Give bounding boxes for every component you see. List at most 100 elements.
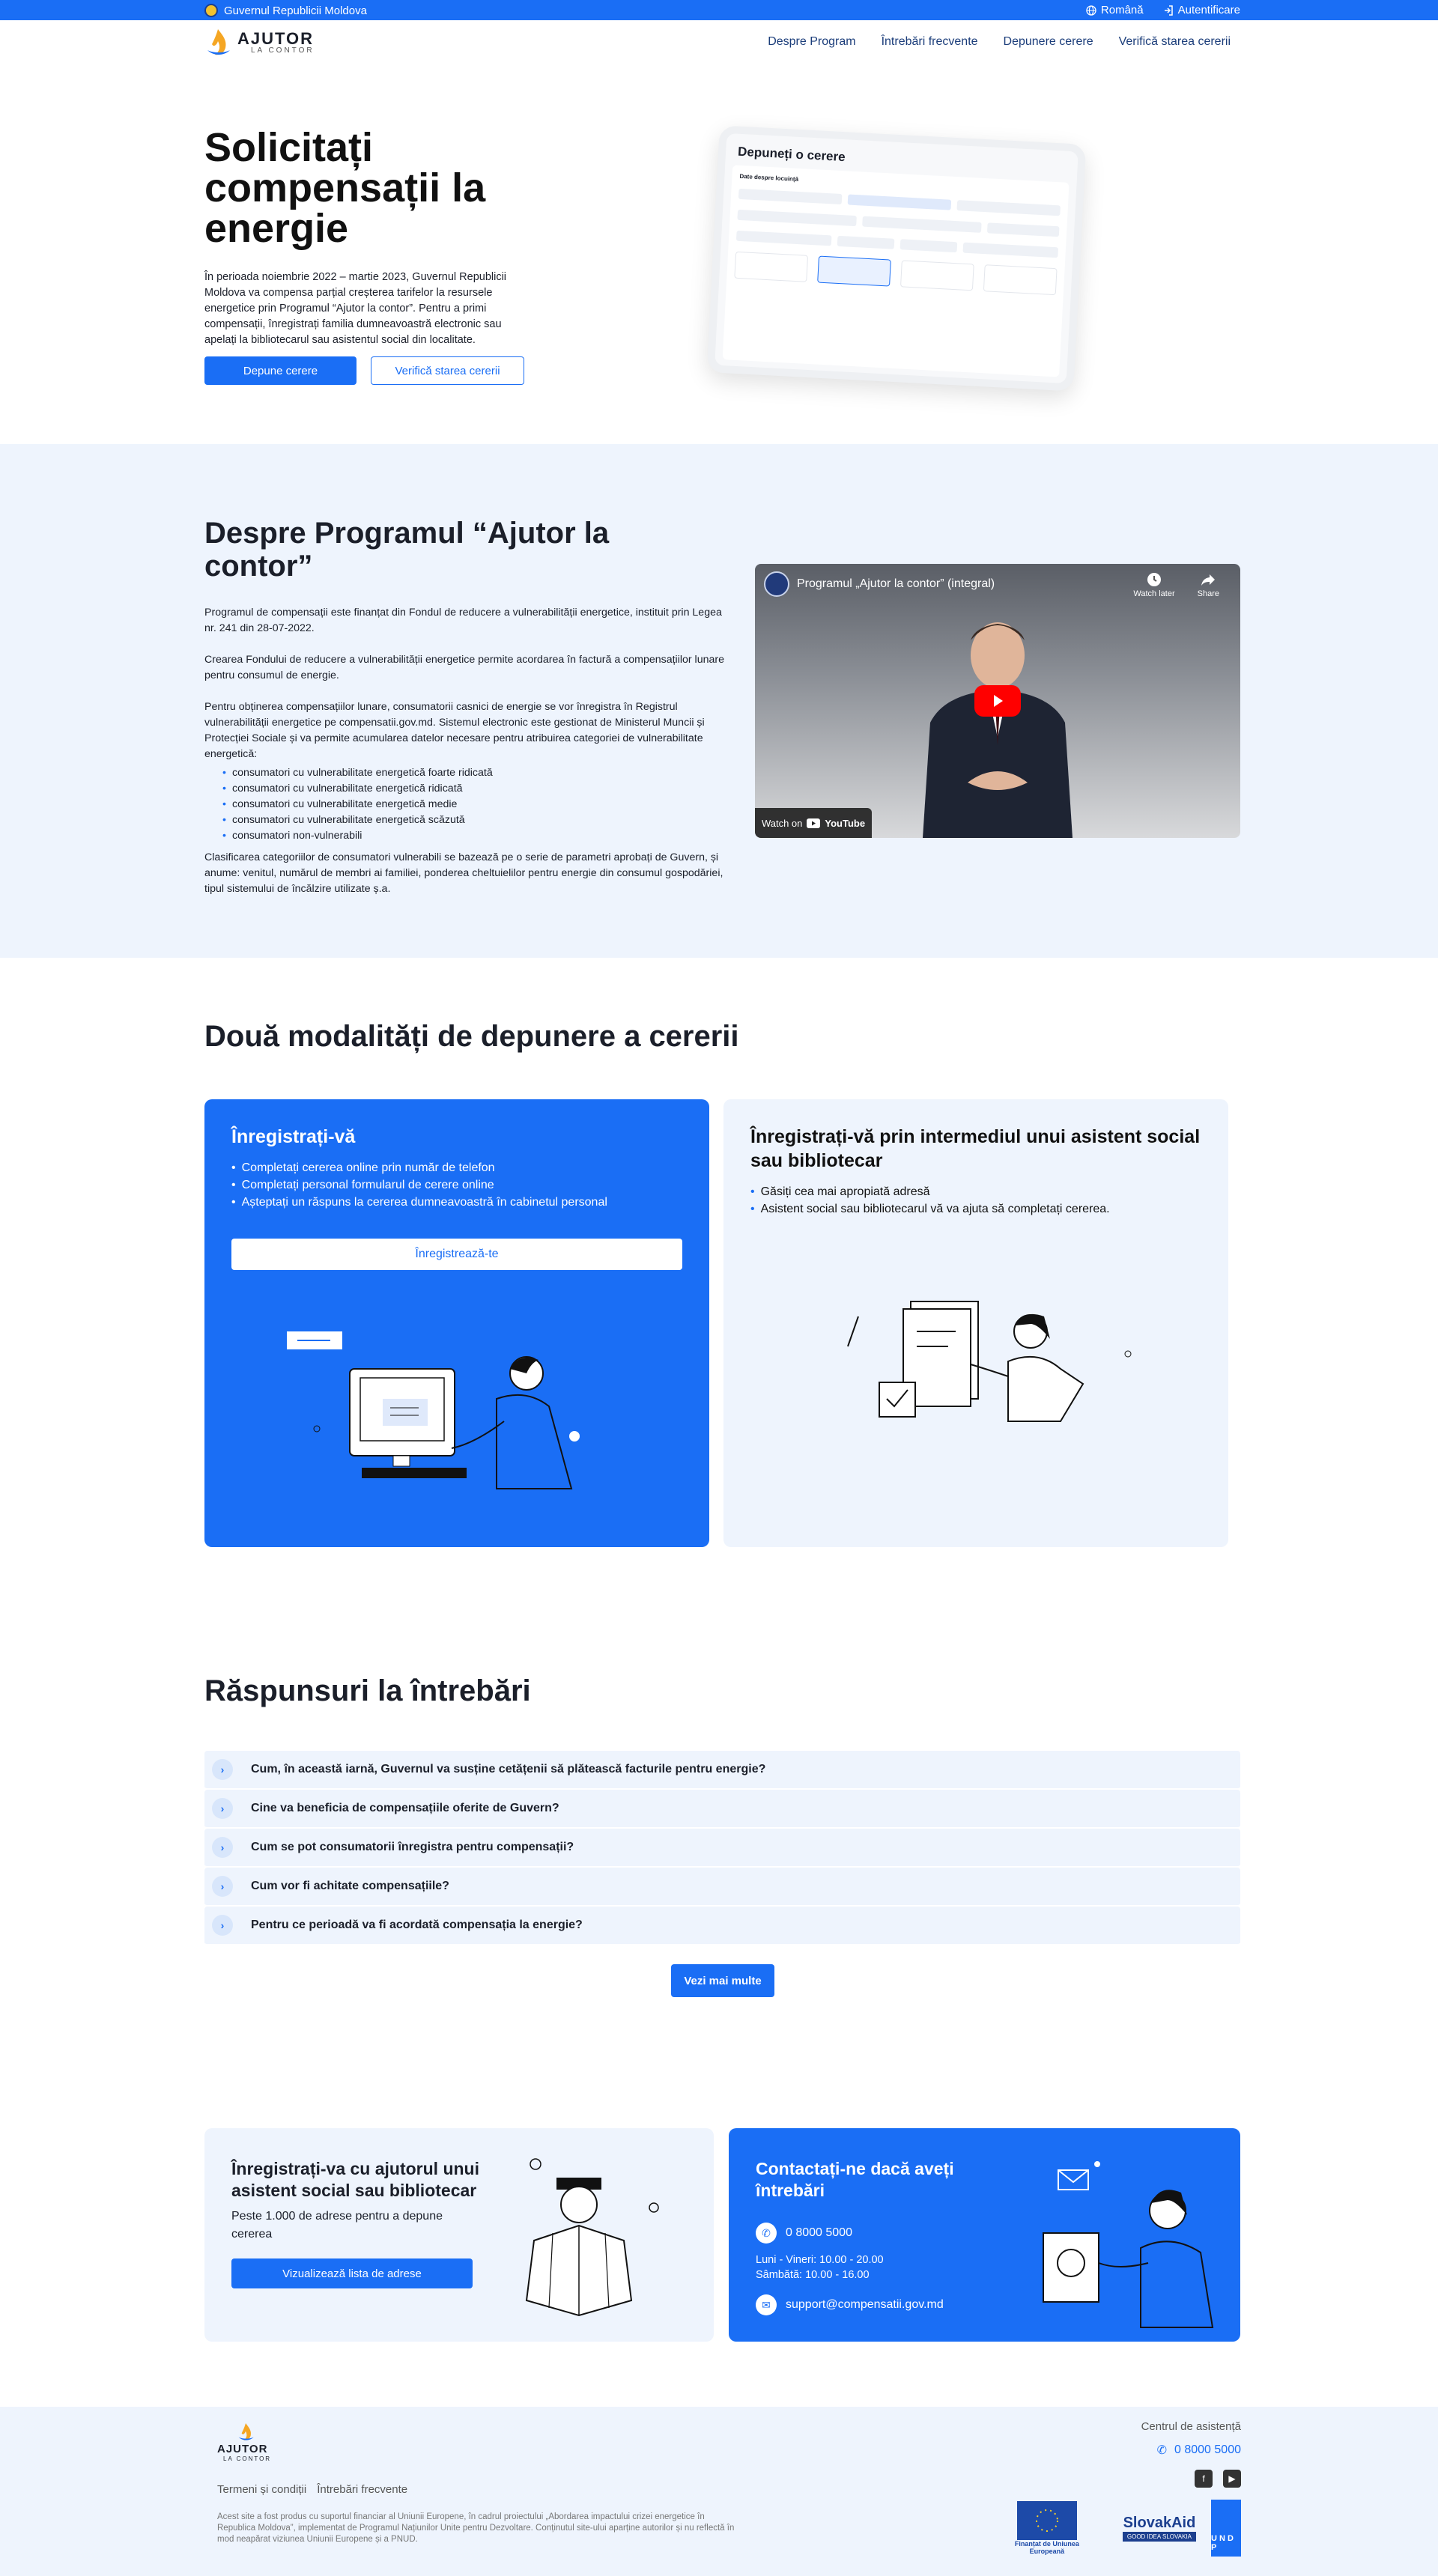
contact-email[interactable]: ✉ support@compensatii.gov.md: [756, 2294, 944, 2315]
globe-icon: [1086, 4, 1096, 16]
contact-phone[interactable]: ✆ 0 8000 5000: [756, 2223, 852, 2244]
government-label: Guvernul Republicii Moldova: [204, 4, 367, 17]
footer-phone[interactable]: ✆ 0 8000 5000: [1157, 2443, 1241, 2458]
faq-question: Cum, în această iarnă, Guvernul va susți…: [251, 1763, 766, 1775]
about-title: Despre Programul “Ajutor la contor”: [204, 517, 610, 583]
card-list: Găsiți cea mai apropiată adresă Asistent…: [750, 1183, 1201, 1218]
list-item: Completați personal formularul de cerere…: [231, 1176, 682, 1194]
about-paragraph-2: Crearea Fondului de reducere a vulnerabi…: [204, 654, 724, 681]
footer-disclaimer: Acest site a fost produs cu suportul fin…: [217, 2512, 735, 2544]
top-bar: Guvernul Republicii Moldova Română Auten…: [0, 0, 1438, 20]
tablet-form: Date despre locuință: [722, 165, 1070, 377]
video-title: Programul „Ajutor la contor” (integral): [797, 577, 995, 590]
share-button[interactable]: Share: [1198, 571, 1219, 598]
faq-item[interactable]: › Cum se pot consumatorii înregistra pent…: [204, 1829, 1240, 1868]
footer-faq-link[interactable]: Întrebări frecvente: [317, 2483, 407, 2496]
faq-list: › Cum, în această iarnă, Guvernul va susț…: [204, 1751, 1240, 1945]
footer-logo[interactable]: AJUTOR LA CONTOR: [217, 2422, 271, 2462]
slovakaid-label: SlovakAid: [1123, 2515, 1196, 2531]
vulnerability-list: consumatori cu vulnerabilitate energetic…: [222, 765, 725, 844]
assisted-registration-card: Înregistrați-vă prin intermediul unui as…: [723, 1099, 1228, 1547]
flame-logo-icon: [207, 29, 230, 55]
terms-link[interactable]: Termeni și condiții: [217, 2483, 306, 2496]
watch-later-label: Watch later: [1133, 589, 1175, 598]
nav-check-status[interactable]: Verifică starea cererii: [1119, 35, 1231, 49]
view-address-list-button[interactable]: Vizualizează lista de adrese: [231, 2258, 473, 2288]
youtube-icon[interactable]: ▶: [1223, 2470, 1241, 2488]
faq-item[interactable]: › Pentru ce perioadă va fi acordată compe…: [204, 1907, 1240, 1945]
chevron-right-icon: ›: [212, 1876, 233, 1897]
presenter-image: [923, 622, 1073, 838]
online-registration-card: Înregistrați-vă Completați cererea onlin…: [204, 1099, 709, 1547]
undp-label: U N D P: [1211, 2534, 1234, 2552]
card-title: Înregistrați-vă prin intermediul unui as…: [750, 1126, 1201, 1171]
facebook-icon[interactable]: f: [1195, 2470, 1213, 2488]
main-nav: Despre Program Întrebări frecvente Depun…: [768, 35, 1231, 49]
chevron-right-icon: ›: [212, 1915, 233, 1936]
help-center-label: Centrul de asistență: [1141, 2420, 1241, 2433]
chevron-right-icon: ›: [212, 1798, 233, 1819]
language-selector[interactable]: Română: [1086, 4, 1144, 16]
check-status-button[interactable]: Verifică starea cererii: [371, 356, 524, 385]
chevron-right-icon: ›: [212, 1759, 233, 1780]
phone-number: 0 8000 5000: [786, 2226, 852, 2239]
logo-name: AJUTOR: [237, 28, 315, 48]
nav-about[interactable]: Despre Program: [768, 35, 855, 49]
contact-hours: Luni - Vineri: 10.00 - 20.00 Sâmbătă: 10…: [756, 2253, 884, 2282]
list-item: consumatori cu vulnerabilitate energetic…: [222, 797, 725, 812]
faq-item[interactable]: › Cum vor fi achitate compensațiile?: [204, 1868, 1240, 1907]
footer: AJUTOR LA CONTOR Termeni și condiții Înt…: [0, 2407, 1438, 2576]
hero-text: În perioada noiembrie 2022 – martie 2023…: [204, 271, 507, 346]
mail-icon: ✉: [756, 2294, 777, 2315]
login-link[interactable]: Autentificare: [1163, 4, 1240, 16]
youtube-video-embed[interactable]: Programul „Ajutor la contor” (integral) …: [755, 564, 1240, 838]
nav-submit[interactable]: Depunere cerere: [1004, 35, 1093, 49]
nav-faq[interactable]: Întrebări frecvente: [882, 35, 978, 49]
faq-question: Cum se pot consumatorii înregistra pentr…: [251, 1841, 574, 1853]
card-text: Peste 1.000 de adrese pentru a depune ce…: [231, 2210, 443, 2241]
list-item: Găsiți cea mai apropiată adresă: [750, 1183, 1201, 1200]
clock-icon: [1147, 573, 1162, 586]
computer-user-illustration: [287, 1331, 580, 1489]
chevron-right-icon: ›: [212, 1837, 233, 1858]
watch-on-label: Watch on: [761, 817, 803, 829]
main-header: AJUTOR LA CONTOR Despre Program Întrebăr…: [0, 20, 1438, 65]
youtube-label: YouTube: [825, 817, 866, 829]
faq-item[interactable]: › Cine va beneficia de compensațiile ofer…: [204, 1790, 1240, 1829]
phone-icon: ✆: [1156, 2444, 1168, 2457]
faq-question: Pentru ce perioadă va fi acordată compen…: [251, 1919, 583, 1931]
register-button[interactable]: Înregistrează-te: [231, 1239, 682, 1270]
assistant-help-card: Înregistrați-va cu ajutorul unui asisten…: [204, 2128, 714, 2342]
faq-item[interactable]: › Cum, în această iarnă, Guvernul va susț…: [204, 1751, 1240, 1790]
moldova-crest-icon: [204, 4, 218, 17]
about-text: Programul de compensații este finanțat d…: [204, 605, 725, 913]
faq-question: Cum vor fi achitate compensațiile?: [251, 1880, 449, 1892]
map-reader-illustration: [525, 2158, 659, 2317]
slovakaid-logo: SlovakAid GOOD IDEA SLOVAKIA: [1122, 2515, 1196, 2542]
list-item: consumatori cu vulnerabilitate energetic…: [222, 812, 725, 828]
youtube-icon: [807, 818, 821, 828]
watch-later-button[interactable]: Watch later: [1133, 571, 1175, 598]
watch-on-youtube-link[interactable]: Watch on YouTube: [755, 808, 872, 838]
card-title: Înregistrați-va cu ajutorul unui asisten…: [231, 2159, 479, 2200]
play-button[interactable]: [974, 685, 1021, 717]
list-item: consumatori non-vulnerabili: [222, 828, 725, 844]
card-title: Contactați-ne dacă aveți întrebări: [756, 2159, 954, 2200]
see-more-button[interactable]: Vezi mai multe: [671, 1964, 774, 1997]
faq-question: Cine va beneficia de compensațiile oferi…: [251, 1802, 559, 1814]
login-label: Autentificare: [1177, 4, 1240, 16]
card-title: Înregistrați-vă: [231, 1126, 356, 1147]
eu-flag-icon: [1016, 2501, 1077, 2540]
flame-logo-icon: [238, 2423, 254, 2440]
footer-logo-sub: LA CONTOR: [223, 2455, 272, 2462]
footer-logo-name: AJUTOR: [217, 2443, 268, 2455]
site-logo[interactable]: AJUTOR LA CONTOR: [204, 28, 315, 58]
contact-card: Contactați-ne dacă aveți întrebări ✆ 0 8…: [729, 2128, 1240, 2342]
eu-logo: Finanțat de Uniunea Europeană: [1013, 2501, 1081, 2555]
form-filling-illustration: [847, 1301, 1132, 1422]
submit-request-button[interactable]: Depune cerere: [204, 356, 357, 385]
faq-title: Răspunsuri la întrebări: [204, 1674, 531, 1707]
list-item: consumatori cu vulnerabilitate energetic…: [222, 765, 725, 781]
language-label: Română: [1100, 4, 1144, 16]
tablet-mockup-image: Depuneți o cerere Date despre locuință: [706, 125, 1087, 392]
